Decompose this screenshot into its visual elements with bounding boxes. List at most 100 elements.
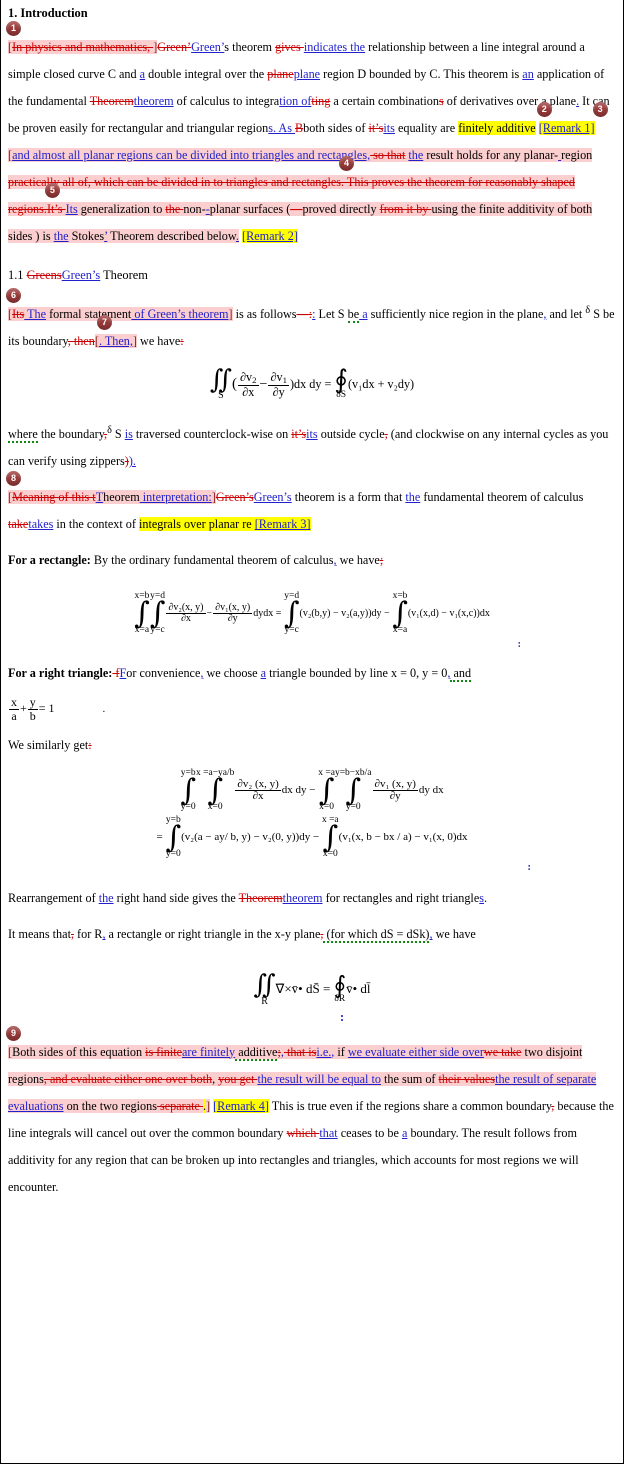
term-2: (v₁(x,d) − v₁(x,c))dx — [407, 608, 490, 620]
body-text: ceases to be — [337, 1125, 402, 1140]
deleted-text: , then — [67, 334, 95, 349]
inserted-text: theorem — [282, 891, 323, 906]
body-text: of calculus to integra — [173, 93, 280, 108]
highlight-text: finitely additive — [458, 120, 536, 135]
body-text: region — [561, 147, 593, 162]
deleted-text: Greens — [26, 267, 62, 282]
grammar-underline: and — [450, 666, 472, 683]
inserted-text: . — [235, 228, 239, 243]
body-text: . — [483, 891, 488, 906]
body-text: the boundary — [37, 427, 105, 442]
deleted-text: , and evaluate either one over both — [43, 1071, 213, 1086]
equation-triangle: y=b ∫ y=0 x =a−ya/b ∫ x=0 ∂v₂ (x, y) ∂x dx dy − … — [8, 769, 616, 874]
body-text: in the context of — [53, 517, 139, 532]
equation-triangle-line2: = y=b ∫ y=0 (v₂(a − ay/ b, y) − v₂(0, y))dy… — [8, 816, 616, 859]
minus-sign: − — [309, 784, 316, 797]
deleted-text: — — [290, 201, 303, 216]
integral-xa3: x =a ∫ x=0 — [321, 815, 339, 859]
term-1: (v₂(b,y) − v₂(a,y))dy — [299, 608, 382, 620]
integral-xa: x =a−ya/b ∫ x=0 — [196, 768, 235, 812]
inserted-text: theorem — [133, 93, 174, 108]
inserted-text: that — [319, 1125, 338, 1140]
integral-y2: y=d ∫ y=c — [283, 591, 300, 635]
body-text: planar surfaces ( — [209, 201, 291, 216]
deleted-text: It’s — [46, 201, 66, 216]
body-text: we have — [432, 927, 476, 942]
body-text: Theorem described below — [107, 228, 236, 243]
y-over-b: yb — [27, 695, 38, 723]
deleted-text: In physics and mathematics, — [12, 39, 154, 54]
remark-3-label[interactable]: [Remark 3] — [254, 517, 311, 532]
dydx: dy dx — [418, 784, 444, 797]
trailing-dot: . — [102, 704, 106, 716]
deleted-text: we take — [483, 1044, 522, 1059]
inserted-text: i.e. — [316, 1044, 332, 1059]
inserted-text: s. — [268, 120, 277, 135]
page-border-left — [0, 0, 1, 1464]
body-text: of derivatives over a plane — [443, 93, 577, 108]
body-text: and let — [546, 307, 586, 322]
plus-sign: + — [20, 701, 27, 716]
integral-x2: x=b ∫ x=a — [392, 591, 408, 635]
equals-sign: = — [322, 981, 331, 997]
dS-vector: dS̄ — [305, 981, 320, 997]
body-text: we have — [336, 553, 380, 568]
lead-in-rectangle: For a rectangle: — [8, 553, 91, 568]
partial-v1-dy: ∂v1 ∂y — [268, 370, 289, 400]
body-text: Stokes — [68, 228, 105, 243]
integral-yb2: y=b−xb/a ∫ y=0 — [334, 768, 372, 812]
deleted-text: that is — [283, 1044, 317, 1059]
integral-y: y=d ∫ y=c — [149, 591, 166, 635]
inserted-text: As — [276, 120, 295, 135]
partial-v1-dy: ∂v₁ (x, y) ∂y — [372, 777, 418, 803]
body-text: S — [111, 427, 125, 442]
term-1: (v₂(a − ay/ b, y) − v₂(0, y))dy — [181, 831, 311, 844]
remark-2-label[interactable]: [Remark 2] — [242, 228, 298, 243]
inserted-text: Green’ — [191, 39, 225, 54]
body-text: is as follows — [232, 307, 297, 322]
equation-line-triangle: x a + y b = 1. — [8, 696, 616, 722]
deleted-text: it’s — [291, 427, 307, 442]
inserted-text: the — [405, 490, 421, 505]
body-text: a certain combination — [330, 93, 439, 108]
inserted-text: an — [522, 66, 534, 81]
trailing-colon: : — [527, 861, 531, 874]
inserted-text: Green’s — [61, 267, 101, 282]
integral-xa2: x =a ∫ x=0 — [318, 768, 335, 812]
grammar-underline: where — [8, 427, 38, 444]
body-text: This is true even if the regions share a… — [268, 1098, 552, 1113]
remark-4-label[interactable]: [Remark 4] — [213, 1098, 269, 1113]
body-text: right hand side gives the — [113, 891, 239, 906]
deleted-text: Green’s — [215, 490, 254, 505]
grammar-underline: additive — [235, 1044, 278, 1061]
paragraph-we-similarly-get: We similarly get: — [8, 732, 616, 759]
inserted-text: its — [383, 120, 395, 135]
inserted-text: takes — [28, 517, 54, 532]
body-text: s theorem — [224, 39, 276, 54]
deleted-text: is finite — [145, 1044, 183, 1059]
deleted-text: it’s — [368, 120, 384, 135]
minus-sign: − — [206, 608, 213, 620]
inserted-text: are finitely — [182, 1044, 236, 1059]
minus-sign-2: − — [384, 608, 390, 620]
body-text: We similarly get — [8, 738, 89, 753]
inserted-text: plane — [293, 66, 321, 81]
paragraph-intro: 1 [In physics and mathematics, ]Green’Gre… — [6, 20, 610, 243]
paragraph-boundary-note: where the boundary,δ S is traversed coun… — [8, 417, 616, 475]
body-text: fundamental theorem of calculus — [420, 490, 584, 505]
body-text: Both sides of this equation — [12, 1044, 146, 1059]
body-text: a rectangle or right triangle in the x-y… — [105, 927, 321, 942]
double-integral-symbol: ∬ R — [253, 970, 276, 1007]
body-text: generalization to — [77, 201, 166, 216]
rhs-integrand: (v₁dx + v₂dy) — [347, 376, 415, 391]
deleted-text: : — [88, 738, 92, 753]
remark-1-label[interactable]: [Remark 1] — [538, 120, 595, 135]
equation-triangle-line1: y=b ∫ y=0 x =a−ya/b ∫ x=0 ∂v₂ (x, y) ∂x dx dy − … — [8, 769, 616, 812]
deleted-text: ting — [311, 93, 331, 108]
body-text: for R — [74, 927, 103, 942]
partial-v1-dy: ∂v₁(x, y) ∂y — [213, 601, 253, 625]
integral-x: x=b ∫ x=a — [134, 591, 150, 635]
inserted-text: and almost all planar regions can be div… — [12, 147, 371, 162]
paragraph-formal-statement: 6 [Its The formal statement of Green’s th… — [6, 288, 615, 349]
grammar-underline: be — [347, 307, 360, 324]
